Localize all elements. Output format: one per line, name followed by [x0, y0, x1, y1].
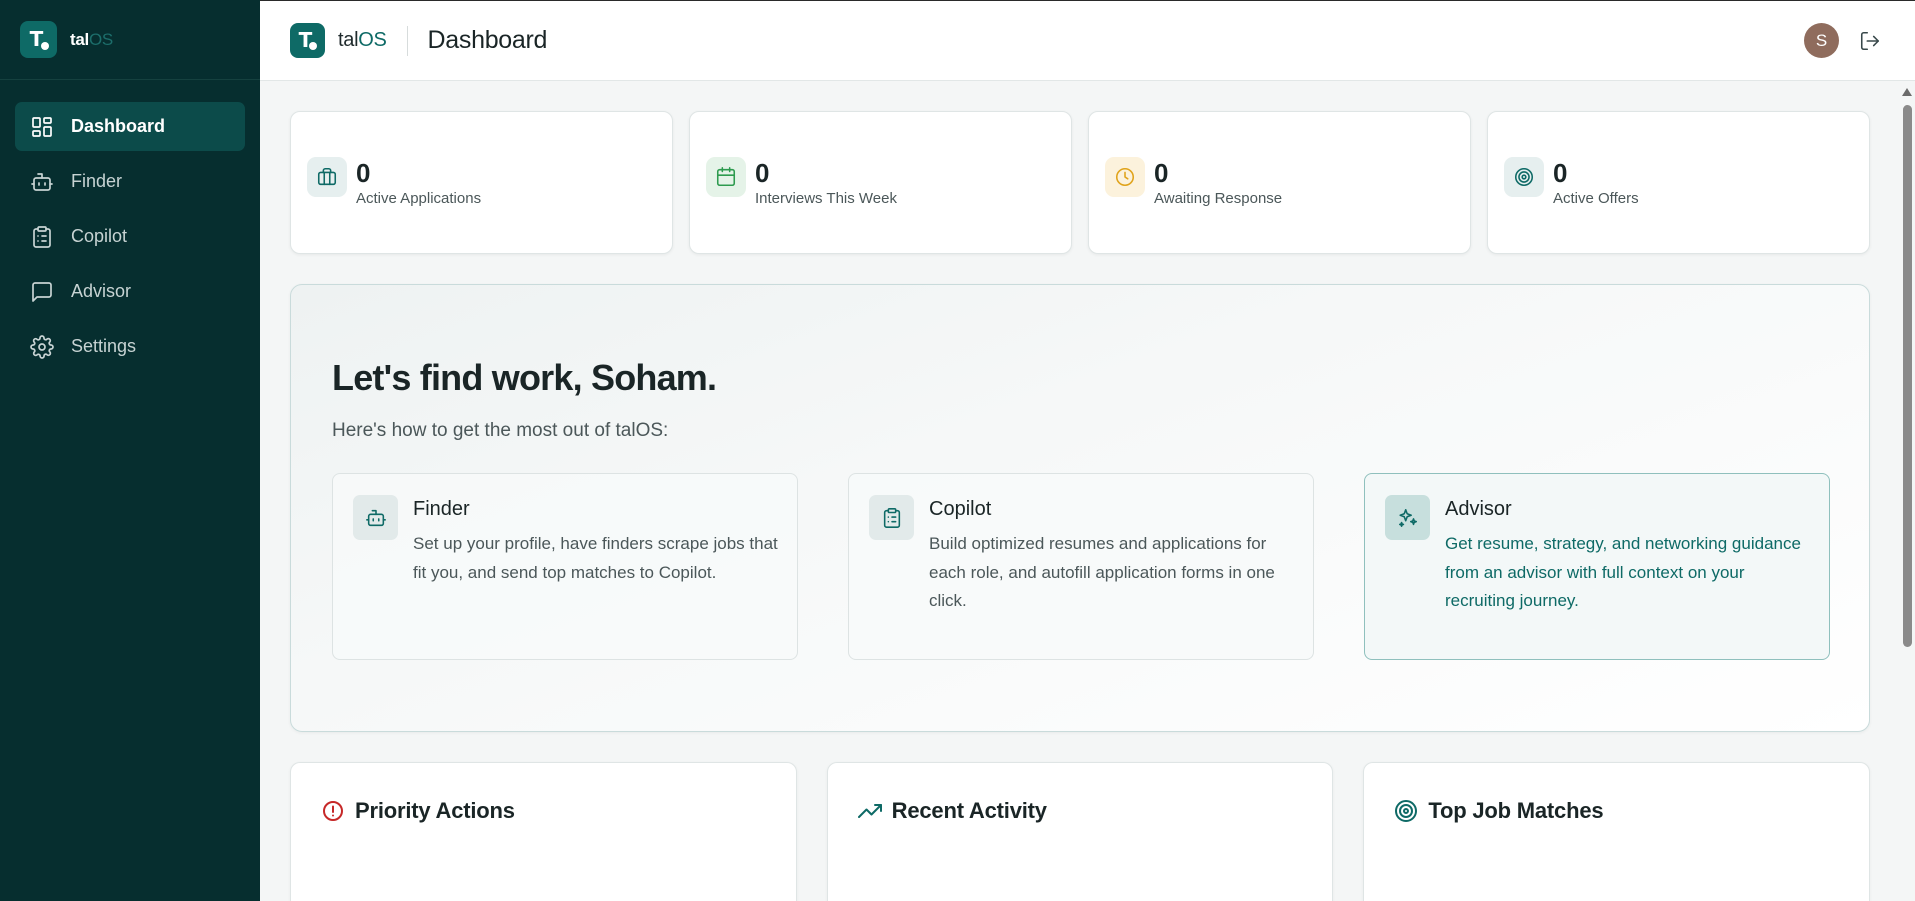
top-bar: T talOS Dashboard S: [260, 0, 1915, 81]
gear-icon: [30, 334, 54, 359]
stat-text: 0 Interviews This Week: [755, 159, 897, 207]
stat-label: Active Applications: [356, 189, 482, 207]
stat-card-interviews[interactable]: 0 Interviews This Week: [689, 111, 1072, 254]
feature-card-copilot[interactable]: Copilot Build optimized resumes and appl…: [848, 473, 1314, 660]
hero-title: Let's find work, Soham.: [332, 357, 717, 398]
panel-recent-activity: Recent Activity: [826, 762, 1334, 901]
feature-title: Advisor: [1445, 498, 1512, 520]
sidebar-item-label: Finder: [71, 171, 123, 191]
scrollbar-thumb[interactable]: [1903, 105, 1912, 647]
target-icon: [1395, 800, 1418, 822]
stat-text: 0 Awaiting Response: [1154, 159, 1282, 207]
talos-logo-icon[interactable]: T: [290, 23, 325, 58]
page-title: Dashboard: [427, 26, 548, 54]
sidebar-item-label: Settings: [71, 336, 137, 356]
trending-up-icon: [857, 804, 882, 818]
panel-title: Priority Actions: [355, 798, 515, 823]
stat-value: 0: [1154, 157, 1169, 188]
panel-title: Recent Activity: [891, 798, 1047, 823]
logout-button[interactable]: [1859, 30, 1881, 52]
scroll-up-arrow[interactable]: [1902, 88, 1912, 96]
stat-card-active-offers[interactable]: 0 Active Offers: [1487, 111, 1870, 254]
welcome-hero: Let's find work, Soham. Here's how to ge…: [290, 284, 1870, 732]
header-divider: [406, 25, 408, 56]
feature-card-advisor[interactable]: Advisor Get resume, strategy, and networ…: [1364, 473, 1830, 660]
dashboard-panels: Priority Actions Recent Activity Top Job…: [290, 762, 1871, 901]
feature-description: Set up your profile, have finders scrape…: [413, 534, 778, 582]
feature-card-finder[interactable]: Finder Set up your profile, have finders…: [332, 473, 798, 660]
talos-logo-icon: T: [20, 21, 57, 58]
feature-description: Build optimized resumes and applications…: [929, 534, 1275, 610]
target-icon: [1504, 156, 1544, 197]
feature-title: Copilot: [929, 498, 992, 520]
sidebar-item-label: Advisor: [71, 281, 132, 301]
sidebar-item-settings[interactable]: Settings: [15, 322, 245, 371]
bot-icon: [31, 172, 53, 191]
clipboard-icon: [869, 495, 914, 540]
avatar[interactable]: S: [1804, 23, 1839, 58]
sidebar-nav: Dashboard Finder Copilot Advisor Setting…: [0, 80, 260, 371]
sidebar-item-label: Copilot: [71, 226, 128, 246]
stat-value: 0: [1553, 157, 1568, 188]
sidebar-item-label: Dashboard: [71, 116, 166, 136]
feature-title: Finder: [413, 498, 470, 520]
sidebar-item-copilot[interactable]: Copilot: [15, 212, 245, 261]
stat-label: Interviews This Week: [755, 189, 897, 207]
sidebar-brand[interactable]: T talOS: [0, 0, 260, 80]
bot-icon: [353, 495, 398, 540]
sparkles-icon: [1385, 495, 1430, 540]
sidebar: T talOS Dashboard Finder Copilot Advisor…: [0, 0, 260, 901]
sidebar-item-dashboard[interactable]: Dashboard: [15, 102, 245, 151]
hero-subtitle: Here's how to get the most out of talOS:: [332, 420, 669, 441]
calendar-icon: [706, 156, 746, 197]
briefcase-icon: [307, 156, 347, 197]
stat-text: 0 Active Applications: [356, 159, 481, 207]
brand-name: talOS: [70, 29, 113, 49]
stat-card-active-applications[interactable]: 0 Active Applications: [290, 111, 673, 254]
feature-description: Get resume, strategy, and networking gui…: [1445, 534, 1801, 610]
logout-icon: [1860, 31, 1880, 50]
alert-circle-icon: [323, 801, 343, 821]
clipboard-icon: [33, 225, 51, 248]
panel-priority-actions: Priority Actions: [290, 762, 797, 901]
clock-icon: [1105, 156, 1145, 197]
stat-text: 0 Active Offers: [1553, 159, 1639, 207]
stat-label: Active Offers: [1553, 189, 1639, 207]
stat-value: 0: [356, 157, 371, 188]
header-actions: S: [1804, 23, 1881, 58]
panel-top-job-matches: Top Job Matches: [1363, 762, 1871, 901]
dashboard-icon: [32, 116, 52, 137]
stat-card-awaiting-response[interactable]: 0 Awaiting Response: [1088, 111, 1471, 254]
stat-label: Awaiting Response: [1154, 189, 1283, 207]
message-square-icon: [32, 281, 52, 302]
panel-title: Top Job Matches: [1428, 798, 1604, 823]
sidebar-item-advisor[interactable]: Advisor: [15, 267, 245, 316]
brand-name: talOS: [338, 29, 387, 51]
sidebar-item-finder[interactable]: Finder: [15, 157, 245, 206]
stats-row: 0 Active Applications 0 Interviews This …: [290, 111, 1870, 254]
stat-value: 0: [755, 157, 770, 188]
